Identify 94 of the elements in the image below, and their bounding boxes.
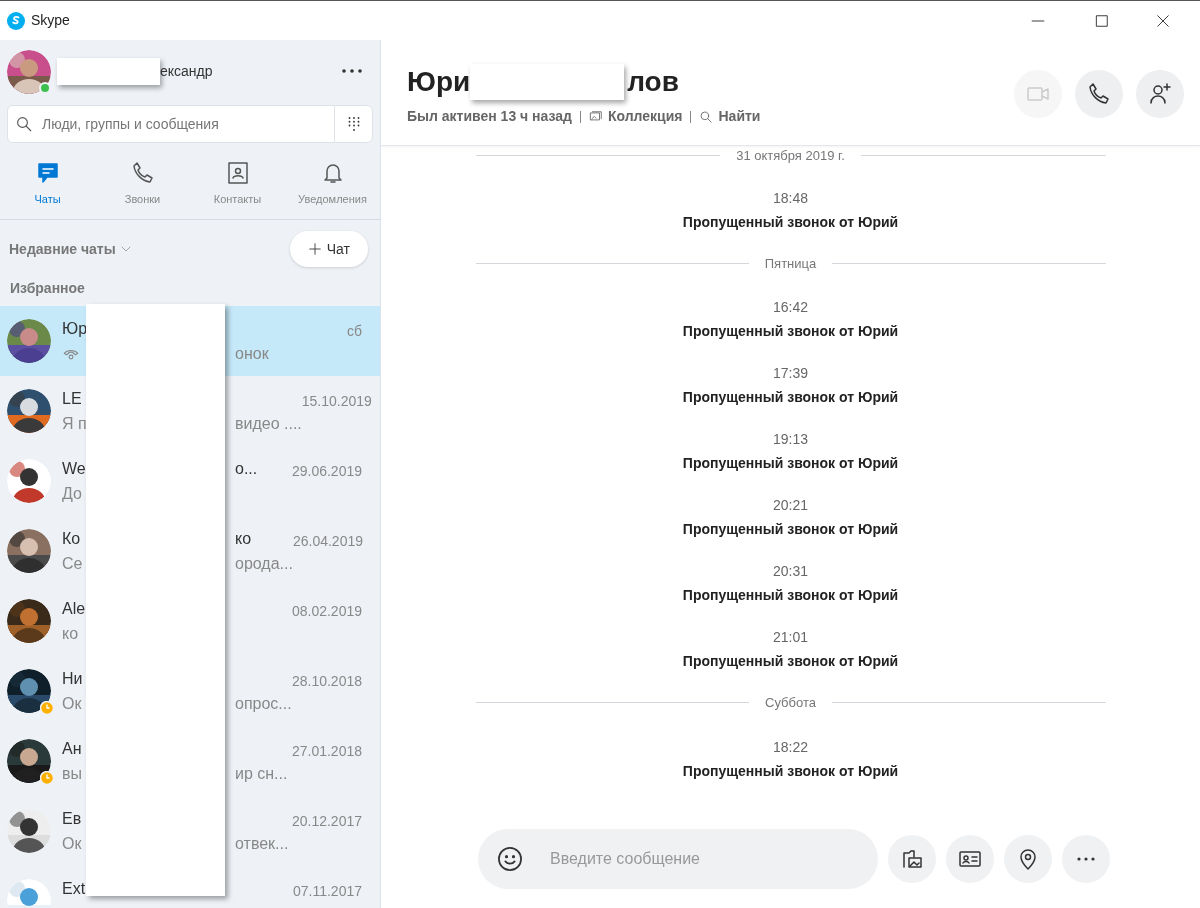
contacts-icon <box>225 161 250 186</box>
add-person-button[interactable] <box>1136 70 1184 118</box>
message-preview: вы <box>62 763 82 784</box>
chat-date: 28.10.2018 <box>291 672 362 691</box>
date-separator: Пятница <box>763 254 818 273</box>
tab[interactable]: Чаты <box>0 150 95 219</box>
message-preview: видео .... <box>235 413 302 434</box>
missed-call-notice: Пропущенный звонок от Юрий <box>682 520 899 539</box>
contact-name: Ext <box>62 878 86 899</box>
message-preview: Ок <box>62 693 82 714</box>
message-preview: онок <box>235 343 269 364</box>
message-preview: ко <box>62 623 79 644</box>
conversation-title: лов <box>627 65 679 99</box>
contact-name: Ан <box>62 738 82 759</box>
media-button[interactable] <box>888 835 936 883</box>
chat-date: 20.12.2017 <box>291 812 362 831</box>
section-label: Избранное <box>9 279 86 298</box>
new-chat-button[interactable]: Чат <box>289 231 368 267</box>
chat-date: 29.06.2019 <box>291 462 362 481</box>
missed-call-notice: Пропущенный звонок от Юрий <box>682 652 899 671</box>
last-seen-status: Был активен 13 ч назад <box>407 107 572 126</box>
chat-icon <box>35 161 60 186</box>
add-person-icon <box>1148 82 1172 106</box>
chat-date: 15.10.2019 <box>301 392 372 411</box>
phone-icon <box>130 161 155 186</box>
chat-list-item[interactable]: Ко ко Се орода... 26.04.2019 <box>0 516 380 586</box>
message-time: 18:22 <box>772 737 808 757</box>
contact-name: Ев <box>62 808 82 829</box>
plus-icon <box>307 242 322 256</box>
contact-card-button[interactable] <box>946 835 994 883</box>
message-time: 20:31 <box>772 562 808 581</box>
message-preview: отвек... <box>235 833 289 854</box>
date-separator: 31 октября 2019 г. <box>735 147 846 165</box>
message-preview: опрос... <box>235 693 292 714</box>
message-preview: орода... <box>235 553 293 574</box>
message-time: 18:48 <box>772 188 808 208</box>
message-input[interactable]: Введите сообщение <box>478 829 878 889</box>
location-button[interactable] <box>1004 835 1052 883</box>
date-separator: Суббота <box>764 694 817 712</box>
profile-name: ександр <box>160 61 213 81</box>
message-time: 16:42 <box>772 298 808 317</box>
contact-name: ко <box>235 528 252 549</box>
gallery-link[interactable]: Коллекция <box>588 106 683 127</box>
missed-call-notice: Пропущенный звонок от Юрий <box>682 586 899 605</box>
missed-call-notice: Пропущенный звонок от Юрий <box>682 454 899 473</box>
contact-name: Ни <box>62 668 83 689</box>
chat-list-item[interactable]: Ни Ок опрос... 28.10.2018 <box>0 656 380 726</box>
missed-call-notice: Пропущенный звонок от Юрий <box>682 212 899 232</box>
more-icon[interactable] <box>342 69 362 73</box>
search-icon <box>699 109 714 124</box>
maximize-icon[interactable] <box>1095 13 1109 28</box>
app-logo-icon <box>7 11 25 30</box>
chat-date: 27.01.2018 <box>291 742 362 761</box>
chat-list-item[interactable]: LE Я п видео .... 15.10.2019 <box>0 376 380 446</box>
search-icon <box>15 115 33 133</box>
chat-date: 26.04.2019 <box>292 532 363 551</box>
message-time: 20:21 <box>772 496 808 515</box>
window-title: Skype <box>31 11 70 30</box>
missed-call-notice: Пропущенный звонок от Юрий <box>682 322 899 341</box>
missed-call-notice: Пропущенный звонок от Юрий <box>682 388 899 407</box>
contact-name: Юр <box>62 318 88 339</box>
message-time: 21:01 <box>772 628 808 647</box>
message-preview: ир сн... <box>235 763 288 784</box>
gallery-icon <box>588 109 603 124</box>
message-preview: Я п <box>62 413 87 434</box>
more-icon <box>1077 857 1095 861</box>
chat-list-item[interactable]: Ext 07.11.2017 <box>0 866 380 908</box>
recent-chats-dropdown[interactable]: Недавние чаты <box>9 238 132 260</box>
call-button[interactable] <box>1075 70 1123 118</box>
chat-list-item[interactable]: Ев Ок отвек... 20.12.2017 <box>0 796 380 866</box>
message-time: 19:13 <box>772 430 808 449</box>
contact-name: Ко <box>62 528 81 549</box>
conversation-title: Юри <box>407 65 471 99</box>
message-time: 17:39 <box>772 364 808 383</box>
close-icon[interactable] <box>1156 13 1170 28</box>
find-link[interactable]: Найти <box>699 106 761 127</box>
contact-name: o... <box>235 458 258 479</box>
chat-date: 08.02.2019 <box>291 602 362 621</box>
search-field[interactable]: Люди, группы и сообщения <box>7 105 373 143</box>
chat-date: сб <box>346 322 362 341</box>
contact-name: Ale <box>62 598 86 619</box>
chat-list-item[interactable]: Ale ко 08.02.2019 <box>0 586 380 656</box>
contact-name: We <box>62 458 86 479</box>
message-preview: Ок <box>62 833 82 854</box>
smiley-icon[interactable] <box>496 845 524 873</box>
message-preview: До <box>62 483 82 504</box>
phone-icon <box>1087 82 1111 106</box>
chat-date: 07.11.2017 <box>292 882 362 901</box>
contact-name: LE <box>62 388 82 409</box>
chat-list-item[interactable]: We o... До 29.06.2019 <box>0 446 380 516</box>
message-preview: Се <box>62 553 83 574</box>
missed-call-notice: Пропущенный звонок от Юрий <box>682 761 899 781</box>
chat-list-item[interactable]: Ан вы ир сн... 27.01.2018 <box>0 726 380 796</box>
media-icon <box>900 847 924 871</box>
